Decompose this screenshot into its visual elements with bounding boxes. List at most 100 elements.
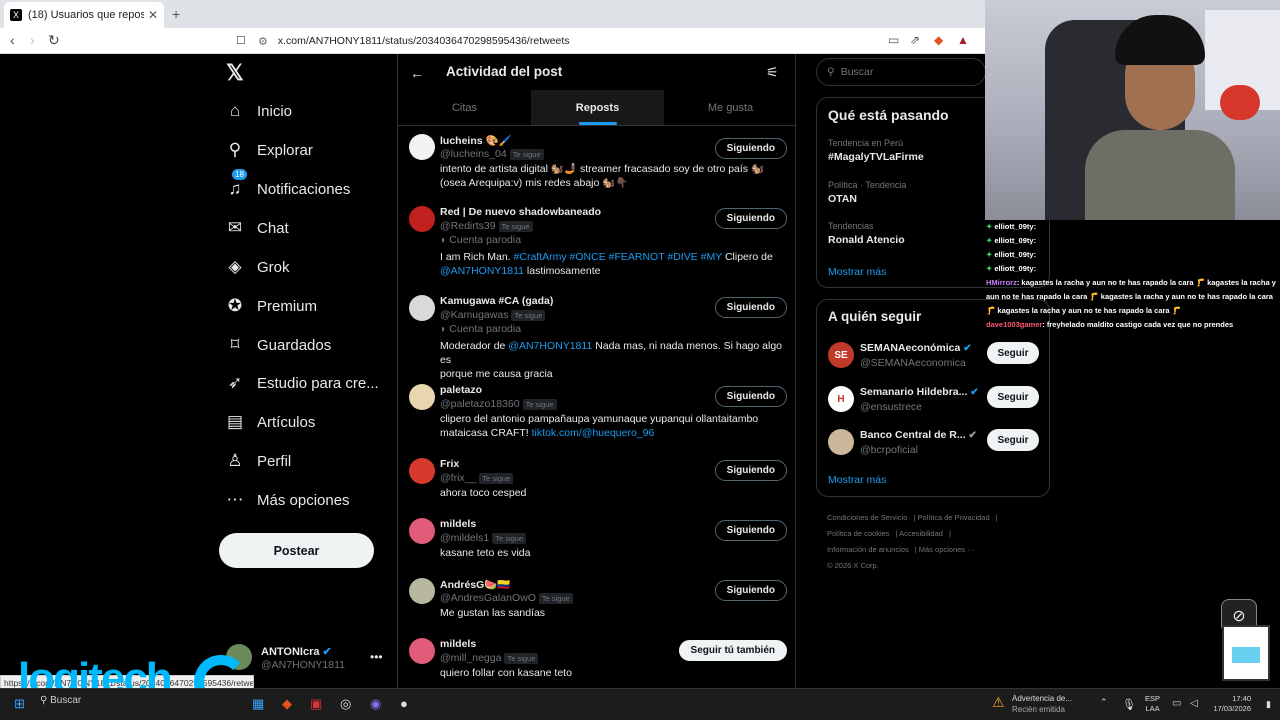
weather-warning[interactable]: Advertencia de... Recién emitida	[1012, 693, 1072, 715]
footer-link[interactable]: Información de anuncios	[827, 545, 909, 554]
sidebar-item-artículos[interactable]: ▤ Artículos	[224, 403, 315, 441]
following-button[interactable]: Siguiendo	[714, 520, 787, 541]
avatar[interactable]	[409, 384, 435, 410]
back-icon[interactable]: ‹	[10, 32, 15, 48]
share-icon[interactable]: ⇗	[910, 33, 920, 47]
show-more-trends-link[interactable]: Mostrar más	[828, 266, 886, 278]
avatar[interactable]	[409, 518, 435, 544]
reload-icon[interactable]: ↻	[48, 32, 60, 49]
trend-item[interactable]: Tendencias Ronald Atencio	[828, 221, 905, 246]
following-button[interactable]: Siguiendo	[714, 386, 787, 407]
sidebar-item-inicio[interactable]: ⌂ Inicio	[224, 92, 292, 130]
volume-icon[interactable]: ◁	[1190, 698, 1198, 709]
user-name[interactable]: Frix	[440, 458, 459, 470]
close-tab-icon[interactable]: ✕	[148, 8, 158, 22]
user-row[interactable]: paletazo @paletazo18360 Te sigue clipero de…	[398, 384, 795, 454]
follow-button[interactable]: Seguir	[987, 342, 1039, 364]
mic-icon[interactable]: 🎙	[1122, 698, 1136, 711]
user-row[interactable]: Kamugawa #CA (gada) @Kamugawas Te sigue ◗ C…	[398, 295, 795, 380]
url-field[interactable]: ⚙ x.com/AN7HONY1811/status/2034036470298…	[258, 31, 878, 51]
trend-item[interactable]: Tendencia en Perú #MagalyTVLaFirme	[828, 138, 924, 163]
user-row[interactable]: lucheins 🎨🖌️ @lucheins_04 Te sigue intento …	[398, 134, 795, 204]
follow-button[interactable]: Seguir	[987, 386, 1039, 408]
avatar[interactable]	[409, 578, 435, 604]
search-input[interactable]: ⚲ Buscar	[816, 58, 986, 86]
account-switcher[interactable]: ANTONIcra ✔ @AN7HONY1811 •••	[226, 644, 386, 674]
sidebar-item-perfil[interactable]: ♙ Perfil	[224, 442, 291, 480]
sidebar-item-notificaciones[interactable]: ♫ 18 Notificaciones	[224, 169, 350, 208]
back-arrow-icon[interactable]: ←	[410, 65, 424, 81]
bookmark-page-icon[interactable]: ☐	[236, 34, 246, 47]
site-settings-icon[interactable]: ⚙	[258, 35, 268, 48]
avatar[interactable]	[409, 134, 435, 160]
brave-rewards-icon[interactable]: ▲	[957, 33, 969, 47]
user-row[interactable]: mildels @mill_negga Te sigue quiero follar …	[398, 638, 795, 688]
user-name[interactable]: paletazo	[440, 384, 482, 396]
app-icon[interactable]: ●	[400, 696, 408, 711]
avatar[interactable]	[409, 638, 435, 664]
sidebar-item-estudio-para-cre[interactable]: ➶ Estudio para cre...	[224, 364, 379, 402]
avatar[interactable]: H	[828, 386, 854, 412]
avatar[interactable]	[409, 206, 435, 232]
sidebar-item-más-opciones[interactable]: ⋯ Más opciones	[224, 481, 350, 519]
suggested-account[interactable]: H Semanario Hildebra... ✔ @ensustrece Segui…	[828, 386, 1050, 416]
suggested-account[interactable]: Banco Central de R... ✔ @bcrpoficial Segui…	[828, 429, 1050, 459]
account-name[interactable]: Semanario Hildebra... ✔	[860, 386, 979, 398]
follow-back-button[interactable]: Seguir tú también	[678, 640, 787, 661]
new-tab-icon[interactable]: +	[172, 6, 180, 22]
bio-mention[interactable]: @AN7HONY1811	[440, 265, 524, 277]
bio-mention[interactable]: @AN7HONY1811	[508, 340, 592, 352]
user-name[interactable]: Red | De nuevo shadowbaneado	[440, 206, 601, 218]
footer-link[interactable]: Política de Privacidad	[918, 513, 990, 522]
forward-icon[interactable]: ›	[30, 32, 35, 48]
sidebar-item-premium[interactable]: ✪ Premium	[224, 287, 317, 325]
tray-chevron-icon[interactable]: ⌃	[1100, 697, 1108, 708]
brave-shield-icon[interactable]: ◆	[934, 33, 943, 47]
brave-taskbar-icon[interactable]: ◆	[282, 696, 292, 712]
following-button[interactable]: Siguiendo	[714, 460, 787, 481]
account-name[interactable]: SEMANAeconómica ✔	[860, 342, 972, 354]
steam-icon[interactable]: ◎	[340, 696, 351, 712]
avatar[interactable]: SE	[828, 342, 854, 368]
tab-citas[interactable]: Citas	[398, 90, 531, 125]
more-dots-icon[interactable]: •••	[370, 650, 383, 664]
footer-link[interactable]: Política de cookies	[827, 529, 890, 538]
x-logo-icon[interactable]: 𝕏	[226, 60, 244, 86]
bio-link[interactable]: tiktok.com/@huequero_96	[532, 427, 655, 439]
filter-icon[interactable]: ⚟	[766, 64, 779, 81]
language-indicator[interactable]: ESP LAA	[1145, 694, 1160, 714]
tab-reposts[interactable]: Reposts	[531, 90, 664, 125]
following-button[interactable]: Siguiendo	[714, 580, 787, 601]
avatar[interactable]	[409, 295, 435, 321]
account-name[interactable]: Banco Central de R... ✔	[860, 429, 977, 441]
footer-link[interactable]: Accesibilidad	[899, 529, 943, 538]
app-icon[interactable]: ▣	[310, 696, 322, 712]
user-name[interactable]: Kamugawa #CA (gada)	[440, 295, 553, 307]
user-row[interactable]: Red | De nuevo shadowbaneado @Redirts39 Te…	[398, 206, 795, 277]
bio-hashtags[interactable]: #CraftArmy #ONCE #FEARNOT #DIVE #MY	[514, 251, 723, 263]
avatar[interactable]	[828, 429, 854, 455]
cast-icon[interactable]: ▭	[888, 33, 899, 47]
suggested-account[interactable]: SE SEMANAeconómica ✔ @SEMANAeconomica Segui…	[828, 342, 1050, 372]
windows-start-icon[interactable]: ⊞	[14, 696, 25, 712]
browser-tab[interactable]: X (18) Usuarios que repostearon e ✕	[4, 2, 164, 28]
taskbar-search[interactable]: ⚲ Buscar	[40, 695, 81, 706]
follow-button[interactable]: Seguir	[987, 429, 1039, 451]
tab-me-gusta[interactable]: Me gusta	[664, 90, 795, 125]
following-button[interactable]: Siguiendo	[714, 208, 787, 229]
notifications-icon[interactable]: ▮	[1266, 699, 1271, 710]
avatar[interactable]	[409, 458, 435, 484]
sidebar-item-explorar[interactable]: ⚲ Explorar	[224, 131, 313, 169]
sidebar-item-guardados[interactable]: ⌑ Guardados	[224, 326, 332, 364]
user-name[interactable]: mildels	[440, 638, 476, 650]
user-name[interactable]: mildels	[440, 518, 476, 530]
discord-icon[interactable]: ◉	[370, 696, 381, 712]
following-button[interactable]: Siguiendo	[714, 138, 787, 159]
user-name[interactable]: AndrésG🍉🇨🇴	[440, 578, 511, 591]
sidebar-item-chat[interactable]: ✉ Chat	[224, 209, 289, 247]
post-button[interactable]: Postear	[219, 533, 374, 568]
footer-link[interactable]: Más opciones ···	[919, 545, 975, 554]
footer-link[interactable]: Condiciones de Servicio	[827, 513, 907, 522]
app-icon[interactable]: ▦	[252, 696, 264, 712]
trend-item[interactable]: Política · Tendencia OTAN	[828, 180, 906, 205]
